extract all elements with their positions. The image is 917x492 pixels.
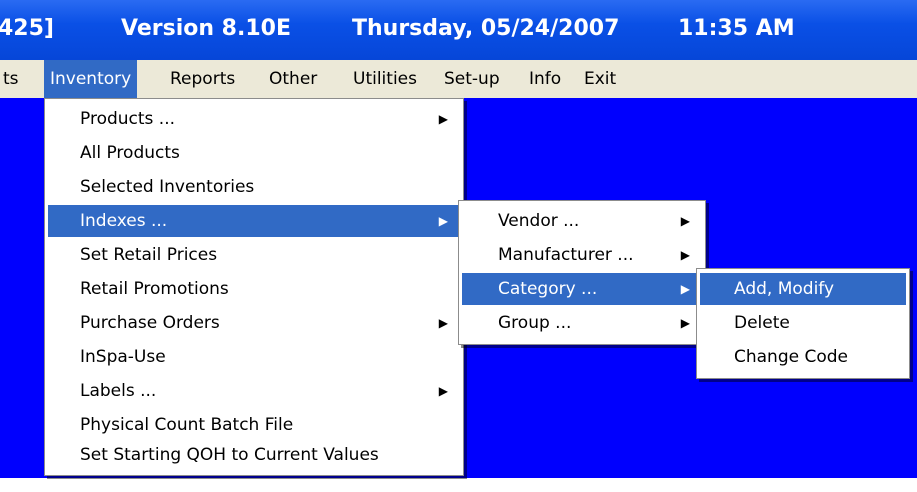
triangle-right-icon: ▶: [438, 384, 448, 398]
menu-entry-set-retail-prices[interactable]: Set Retail Prices: [48, 239, 460, 271]
menu-entry-vendor[interactable]: Vendor ... ▶: [462, 205, 702, 237]
menu-item-reports[interactable]: Reports: [164, 60, 241, 98]
menu-entry-inspa-use[interactable]: InSpa-Use: [48, 341, 460, 373]
menu-item-utilities[interactable]: Utilities: [347, 60, 423, 98]
triangle-right-icon: ▶: [680, 316, 690, 330]
menu-item-exit[interactable]: Exit: [578, 60, 622, 98]
menu-entry-label: InSpa-Use: [80, 347, 166, 367]
menu-entry-physical-count-batch-file[interactable]: Physical Count Batch File: [48, 409, 460, 441]
menu-entry-label: Purchase Orders: [80, 313, 220, 333]
menu-entry-label: Indexes ...: [80, 211, 168, 231]
triangle-right-icon: ▶: [438, 112, 448, 126]
menu-entry-label: Delete: [734, 313, 790, 333]
menu-entry-add-modify[interactable]: Add, Modify: [700, 273, 906, 305]
menu-entry-all-products[interactable]: All Products: [48, 137, 460, 169]
menu-entry-label: Retail Promotions: [80, 279, 229, 299]
menu-item-truncated[interactable]: ts: [0, 60, 25, 98]
menu-entry-products[interactable]: Products ... ▶: [48, 103, 460, 135]
bottom-strip: [0, 478, 917, 492]
triangle-right-icon: ▶: [680, 248, 690, 262]
menu-entry-delete[interactable]: Delete: [700, 307, 906, 339]
menu-entry-label: Add, Modify: [734, 279, 835, 299]
menu-item-other[interactable]: Other: [263, 60, 323, 98]
menu-entry-labels[interactable]: Labels ... ▶: [48, 375, 460, 407]
menu-entry-label: Physical Count Batch File: [80, 415, 294, 435]
menu-entry-label: Category ...: [498, 279, 598, 299]
menu-entry-change-code[interactable]: Change Code: [700, 341, 906, 373]
title-date: Thursday, 05/24/2007: [352, 16, 620, 41]
menu-entry-label: Group ...: [498, 313, 572, 333]
triangle-right-icon: ▶: [680, 282, 690, 296]
menu-entry-label: Set Starting QOH to Current Values: [80, 445, 379, 465]
menu-entry-label: All Products: [80, 143, 180, 163]
category-submenu: Add, Modify Delete Change Code: [696, 268, 910, 379]
menu-entry-indexes[interactable]: Indexes ... ▶: [48, 205, 460, 237]
title-time: 11:35 AM: [678, 16, 795, 41]
indexes-submenu: Vendor ... ▶ Manufacturer ... ▶ Category…: [458, 200, 706, 345]
menu-entry-label: Set Retail Prices: [80, 245, 218, 265]
menu-entry-retail-promotions[interactable]: Retail Promotions: [48, 273, 460, 305]
menu-item-inventory[interactable]: Inventory: [44, 60, 138, 98]
menu-entry-label: Vendor ...: [498, 211, 580, 231]
title-fragment: 425]: [0, 16, 54, 41]
menu-entry-label: Change Code: [734, 347, 849, 367]
menu-entry-label: Manufacturer ...: [498, 245, 634, 265]
menu-item-info[interactable]: Info: [523, 60, 567, 98]
menu-entry-selected-inventories[interactable]: Selected Inventories: [48, 171, 460, 203]
menu-item-setup[interactable]: Set-up: [438, 60, 506, 98]
triangle-right-icon: ▶: [680, 214, 690, 228]
triangle-right-icon: ▶: [438, 214, 448, 228]
triangle-right-icon: ▶: [438, 316, 448, 330]
menu-bar: ts Inventory Reports Other Utilities Set…: [0, 60, 917, 99]
menu-entry-set-starting-qoh[interactable]: Set Starting QOH to Current Values: [48, 439, 460, 471]
menu-entry-category[interactable]: Category ... ▶: [462, 273, 702, 305]
title-bar: 425] Version 8.10E Thursday, 05/24/2007 …: [0, 0, 917, 60]
menu-entry-label: Products ...: [80, 109, 176, 129]
inventory-dropdown-menu: Products ... ▶ All Products Selected Inv…: [44, 98, 464, 476]
title-version: Version 8.10E: [121, 16, 291, 41]
menu-entry-label: Selected Inventories: [80, 177, 255, 197]
menu-entry-purchase-orders[interactable]: Purchase Orders ▶: [48, 307, 460, 339]
menu-entry-manufacturer[interactable]: Manufacturer ... ▶: [462, 239, 702, 271]
menu-entry-group[interactable]: Group ... ▶: [462, 307, 702, 339]
menu-entry-label: Labels ...: [80, 381, 157, 401]
